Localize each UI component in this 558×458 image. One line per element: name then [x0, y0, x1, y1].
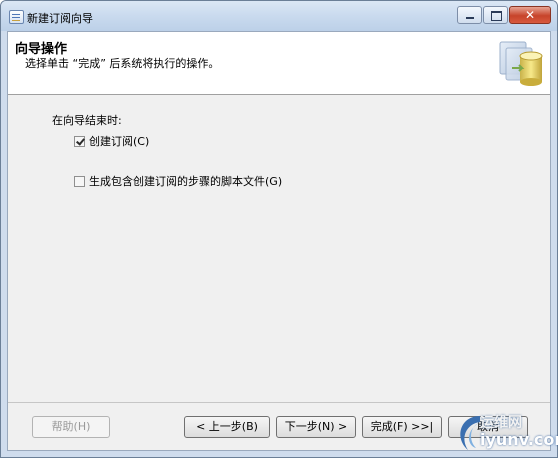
create-subscription-checkbox[interactable] [74, 135, 85, 147]
title-bar[interactable]: 新建订阅向导 ✕ [1, 1, 557, 31]
minimize-button[interactable] [457, 6, 482, 24]
next-button[interactable]: 下一步(N) > [276, 416, 356, 438]
database-wizard-icon [499, 41, 543, 86]
maximize-icon [491, 11, 502, 21]
create-subscription-option[interactable]: 创建订阅(C) [74, 133, 149, 149]
app-icon [9, 10, 24, 24]
wizard-end-label: 在向导结束时: [52, 114, 122, 127]
minimize-icon [466, 17, 474, 19]
footer-divider [8, 402, 550, 403]
create-subscription-label: 创建订阅(C) [89, 135, 150, 148]
watermark-bottom-text: iyunv.com [480, 430, 558, 449]
wizard-header: 向导操作 选择单击 “完成” 后系统将执行的操作。 [8, 32, 550, 95]
wizard-window: 新建订阅向导 ✕ 向导操作 选择单击 “完成” 后系统将执行的操作。 在向导结束… [0, 0, 558, 458]
finish-button[interactable]: 完成(F) >>| [362, 416, 442, 438]
watermark-top-text: 运维网 [480, 415, 522, 431]
generate-script-checkbox[interactable] [74, 175, 85, 187]
close-button[interactable]: ✕ [509, 6, 551, 24]
window-controls: ✕ [456, 6, 551, 24]
generate-script-option[interactable]: 生成包含创建订阅的步骤的脚本文件(G) [74, 173, 282, 189]
wizard-client-area: 向导操作 选择单击 “完成” 后系统将执行的操作。 在向导结束时: 创建订阅(C… [7, 31, 551, 451]
close-icon: ✕ [524, 8, 536, 22]
maximize-button[interactable] [483, 6, 508, 24]
watermark-logo: 运维网 iyunv.com [450, 408, 558, 458]
help-button[interactable]: 帮助(H) [32, 416, 110, 438]
page-subtitle: 选择单击 “完成” 后系统将执行的操作。 [25, 57, 220, 70]
back-button[interactable]: < 上一步(B) [184, 416, 270, 438]
generate-script-label: 生成包含创建订阅的步骤的脚本文件(G) [89, 175, 283, 188]
window-title: 新建订阅向导 [27, 12, 93, 25]
